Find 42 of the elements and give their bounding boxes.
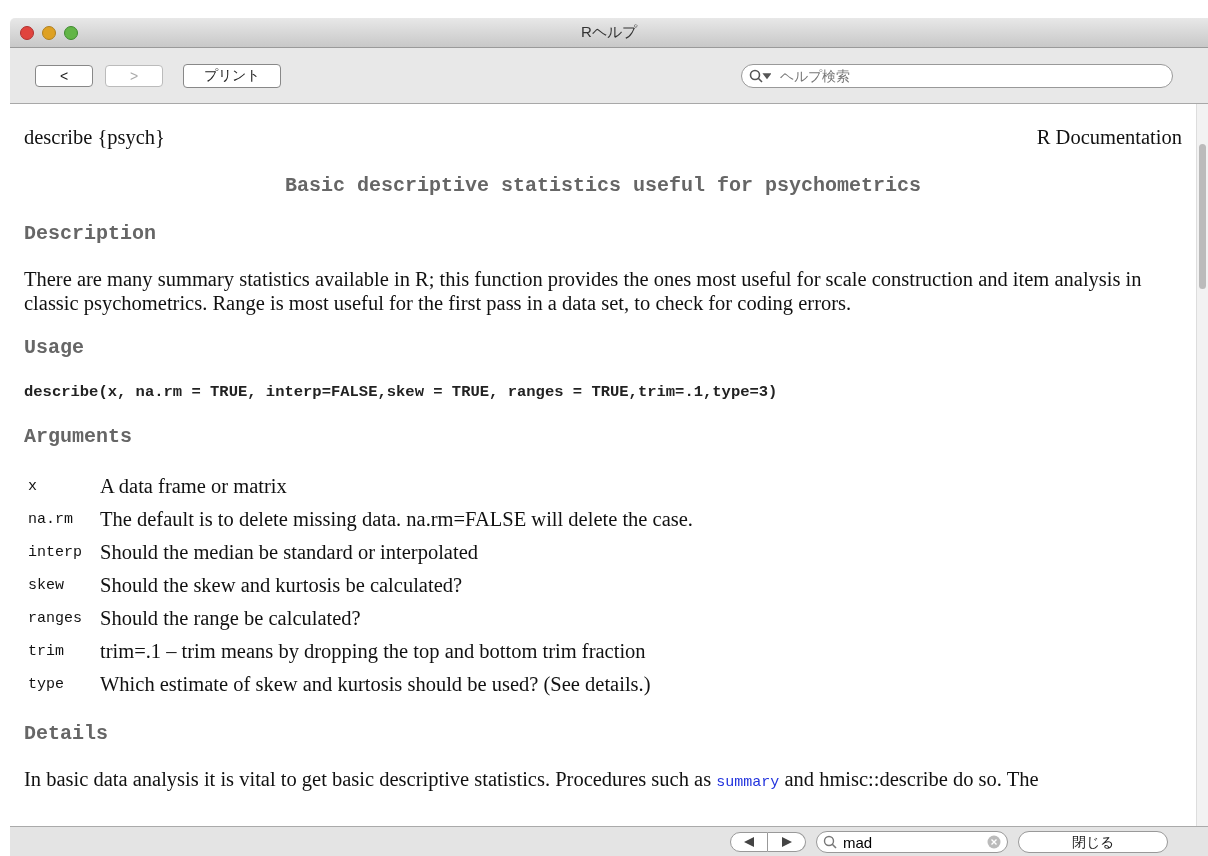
close-button[interactable] bbox=[20, 25, 34, 40]
argument-description: Should the skew and kurtosis be calculated? bbox=[100, 573, 464, 598]
next-match-button[interactable] bbox=[768, 831, 806, 852]
page-title: Basic descriptive statistics useful for psychometrics bbox=[283, 172, 923, 199]
right-triangle-icon bbox=[780, 836, 793, 847]
argument-name: skew bbox=[27, 576, 65, 596]
argument-description: trim=.1 – trim means by dropping the top and bottom trim fraction bbox=[100, 639, 647, 665]
window-title: Rヘルプ bbox=[581, 22, 637, 43]
argument-name: trim bbox=[27, 642, 65, 662]
argument-description: Which estimate of skew and kurtosis should be used? (See details.) bbox=[100, 672, 652, 698]
find-field[interactable]: mad bbox=[816, 831, 1008, 853]
summary-link[interactable]: summary bbox=[716, 774, 780, 791]
minimize-button[interactable] bbox=[42, 25, 56, 40]
argument-name: x bbox=[27, 477, 38, 497]
argument-description: The default is to delete missing data. na.rm=FALSE will delete the case. bbox=[100, 507, 694, 533]
section-heading: Description bbox=[24, 220, 158, 247]
search-icon bbox=[823, 834, 837, 849]
previous-match-button[interactable] bbox=[730, 831, 768, 852]
scrollbar-thumb[interactable] bbox=[1199, 144, 1206, 289]
back-button[interactable]: < bbox=[35, 64, 93, 87]
usage-code: describe(x, na.rm = TRUE, interp=FALSE,skew = TRUE, ranges = TRUE,trim=.1,type=3) bbox=[24, 381, 779, 403]
argument-name: na.rm bbox=[27, 510, 74, 530]
documentation-label: R Documentation bbox=[1036, 125, 1182, 150]
argument-description: A data frame or matrix bbox=[100, 474, 288, 499]
description-paragraph: There are many summary statistics available in R; this function provides the ones most useful for scale construction and item analysis in classic psychometrics. Range is most useful for the first pass in a data set, to check for coding errors. bbox=[24, 266, 1143, 315]
argument-name: interp bbox=[27, 543, 83, 563]
clear-icon[interactable] bbox=[987, 834, 1001, 849]
search-icon bbox=[749, 68, 771, 83]
close-button[interactable]: 閉じる bbox=[1018, 830, 1168, 853]
details-paragraph: In basic data analysis it is vital to get basic descriptive statistics. Procedures such as summary and hmisc::describe do so. The bbox=[24, 767, 1040, 793]
argument-name: ranges bbox=[27, 609, 83, 629]
section-heading: Details bbox=[24, 721, 109, 747]
topic-name: describe {psych} bbox=[24, 125, 165, 151]
argument-description: Should the median be standard or interpolated bbox=[100, 540, 479, 566]
section-heading: Usage bbox=[24, 334, 85, 361]
left-triangle-icon bbox=[743, 836, 755, 847]
zoom-button[interactable] bbox=[64, 25, 78, 40]
print-button[interactable]: プリント bbox=[183, 63, 281, 88]
argument-name: type bbox=[27, 675, 65, 695]
argument-description: Should the range be calculated? bbox=[100, 606, 362, 632]
section-heading: Arguments bbox=[24, 424, 134, 450]
search-field[interactable]: ヘルプ検索 bbox=[741, 63, 1173, 88]
